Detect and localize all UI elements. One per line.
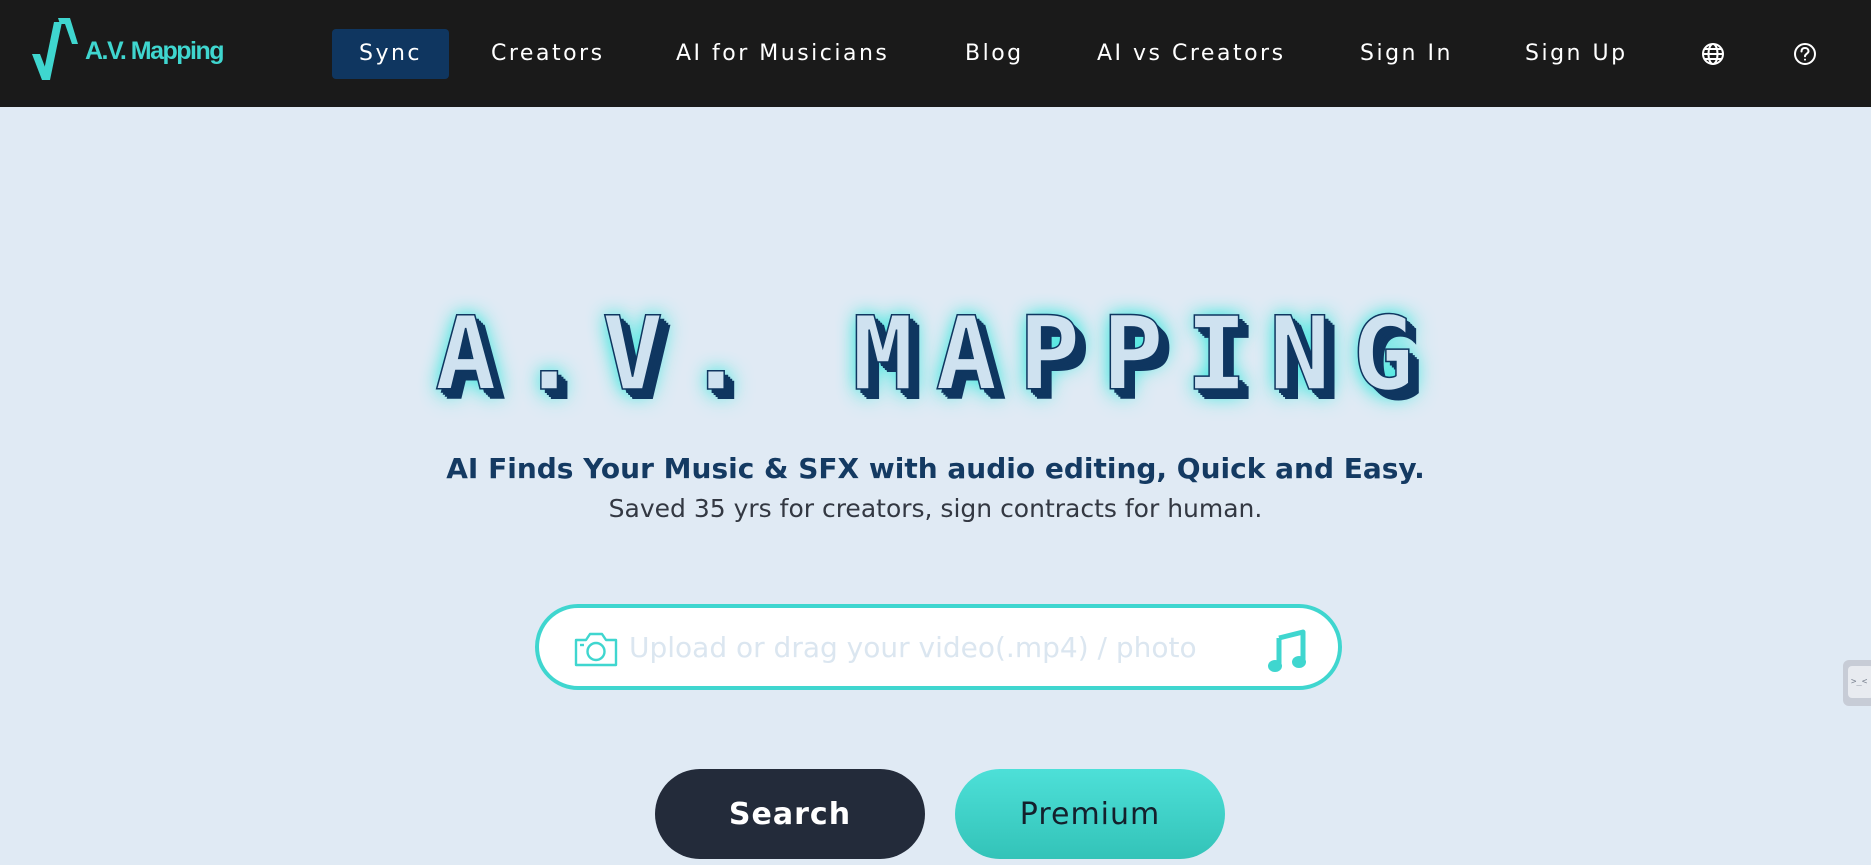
nav-sync[interactable]: Sync [332, 29, 449, 79]
logo-mark-icon [32, 18, 78, 80]
hero-tagline: AI Finds Your Music & SFX with audio edi… [446, 452, 1425, 485]
side-widget-label: >_< [1848, 666, 1871, 698]
logo-text: A.V. Mapping [85, 36, 225, 65]
nav-ai-for-musicians[interactable]: AI for Musicians [676, 29, 889, 79]
hero-subline: Saved 35 yrs for creators, sign contract… [608, 494, 1263, 523]
nav-sign-in[interactable]: Sign In [1360, 29, 1453, 79]
nav-blog[interactable]: Blog [965, 29, 1024, 79]
premium-button[interactable]: Premium [955, 769, 1225, 859]
brand-logo[interactable]: A.V. Mapping [28, 14, 225, 84]
help-icon[interactable] [1792, 41, 1818, 67]
music-note-icon[interactable] [1267, 628, 1307, 678]
top-navbar: A.V. Mapping Sync Creators AI for Musici… [0, 0, 1871, 107]
nav-creators[interactable]: Creators [491, 29, 605, 79]
hero-title: A.V. MAPPING [434, 294, 1436, 415]
nav-sign-up[interactable]: Sign Up [1525, 29, 1628, 79]
side-feedback-widget[interactable]: >_< [1843, 660, 1871, 706]
globe-icon[interactable] [1700, 41, 1726, 67]
upload-dropzone[interactable] [535, 604, 1342, 690]
camera-icon[interactable] [573, 630, 619, 672]
nav-ai-vs-creators[interactable]: AI vs Creators [1097, 29, 1286, 79]
upload-input[interactable] [629, 622, 1239, 672]
search-button[interactable]: Search [655, 769, 925, 859]
